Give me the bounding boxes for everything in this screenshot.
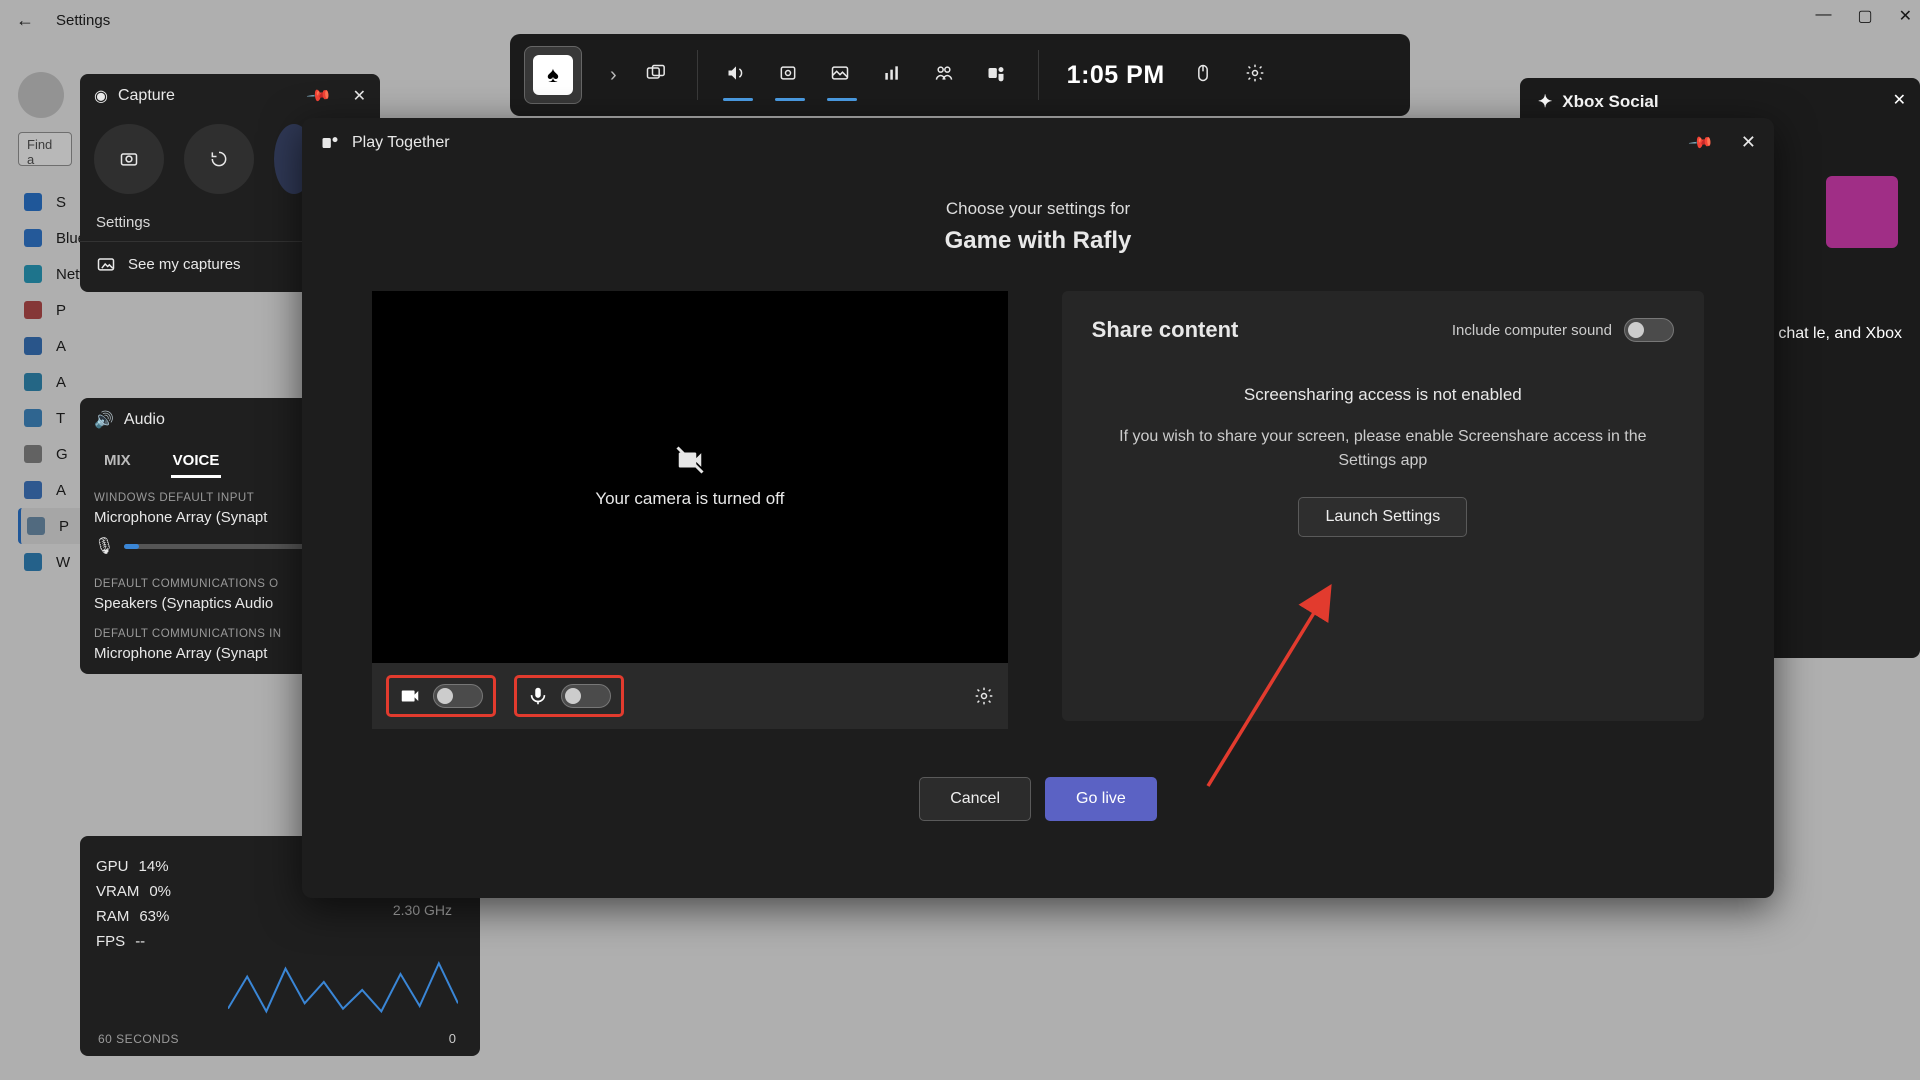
- sidebar-item[interactable]: A: [18, 364, 278, 400]
- camera-icon: [399, 685, 421, 707]
- perf-y-zero: 0: [449, 1031, 456, 1046]
- folder-icon: [96, 254, 116, 274]
- avatar: [18, 72, 64, 118]
- mic-icon: [527, 685, 549, 707]
- audio-icon: 🔊: [94, 410, 114, 430]
- mic-toggle[interactable]: [561, 684, 611, 708]
- perf-x-label: 60 SECONDS: [98, 1032, 179, 1046]
- sidebar-item[interactable]: A: [18, 328, 278, 364]
- close-icon[interactable]: ✕: [1741, 132, 1756, 153]
- sidebar-item[interactable]: P: [18, 292, 278, 328]
- camera-toggle-group: [386, 675, 496, 717]
- dialog-subtitle: Choose your settings for: [302, 199, 1774, 219]
- include-sound-label: Include computer sound: [1452, 322, 1612, 339]
- search-input[interactable]: Find a: [18, 132, 72, 166]
- camera-off-icon: [675, 445, 705, 475]
- mouse-icon[interactable]: [1193, 63, 1217, 87]
- back-icon[interactable]: ←: [16, 10, 34, 31]
- capture-icon[interactable]: [778, 63, 802, 87]
- dialog-header: Play Together: [352, 134, 450, 152]
- teams-icon: [320, 133, 340, 153]
- include-sound-toggle[interactable]: [1624, 318, 1674, 342]
- camera-toggle[interactable]: [433, 684, 483, 708]
- go-live-button[interactable]: Go live: [1045, 777, 1157, 821]
- screenshot-button[interactable]: [94, 124, 164, 194]
- share-help-text: If you wish to share your screen, please…: [1092, 425, 1674, 473]
- perf-cpu-ghz: 2.30 GHz: [393, 902, 452, 918]
- share-content-section: Share content Include computer sound Scr…: [1062, 291, 1704, 721]
- close-icon[interactable]: ✕: [1899, 6, 1912, 26]
- performance-icon[interactable]: [882, 63, 906, 87]
- video-preview-section: Your camera is turned off: [372, 291, 1008, 729]
- audio-title: Audio: [124, 411, 165, 429]
- mic-toggle-group: [514, 675, 624, 717]
- gear-icon[interactable]: [1245, 63, 1269, 87]
- maximize-icon[interactable]: ▢: [1857, 6, 1872, 26]
- xbox-social-title: Xbox Social: [1562, 92, 1658, 112]
- avatar: [1826, 176, 1898, 248]
- broadcast-icon[interactable]: [645, 63, 669, 87]
- close-icon[interactable]: ✕: [1893, 90, 1906, 110]
- capture-badge-icon: ◉: [94, 86, 108, 106]
- mic-icon: 🎙: [94, 536, 114, 556]
- social-icon[interactable]: [934, 63, 958, 87]
- launch-settings-button[interactable]: Launch Settings: [1298, 497, 1467, 537]
- play-together-dialog: Play Together 📌 ✕ Choose your settings f…: [302, 118, 1774, 898]
- xbox-icon: ✦: [1538, 92, 1552, 112]
- chevron-right-icon[interactable]: ›: [610, 64, 617, 87]
- dialog-game-title: Game with Rafly: [302, 227, 1774, 255]
- share-title: Share content: [1092, 317, 1239, 343]
- tab-voice[interactable]: VOICE: [171, 446, 222, 478]
- game-bar: ♠ › 1:05 PM: [510, 34, 1410, 116]
- perf-sparkline: [228, 942, 458, 1022]
- pin-icon[interactable]: 📌: [305, 82, 333, 110]
- cancel-button[interactable]: Cancel: [919, 777, 1031, 821]
- window-controls: — ▢ ✕: [1815, 6, 1912, 26]
- tab-mix[interactable]: MIX: [102, 446, 133, 478]
- active-game-tile[interactable]: ♠: [524, 46, 582, 104]
- gear-icon[interactable]: [974, 686, 994, 706]
- camera-preview: Your camera is turned off: [372, 291, 1008, 663]
- audio-icon[interactable]: [726, 63, 750, 87]
- minimize-icon[interactable]: —: [1815, 6, 1831, 26]
- pin-icon[interactable]: 📌: [1687, 128, 1715, 156]
- window-title: Settings: [56, 12, 110, 29]
- clock: 1:05 PM: [1067, 61, 1165, 90]
- share-status-text: Screensharing access is not enabled: [1092, 385, 1674, 405]
- close-icon[interactable]: ✕: [353, 86, 366, 106]
- capture-title: Capture: [118, 87, 175, 105]
- record-last-button[interactable]: [184, 124, 254, 194]
- gallery-icon[interactable]: [830, 63, 854, 87]
- camera-off-text: Your camera is turned off: [595, 489, 784, 509]
- teams-icon[interactable]: [986, 63, 1010, 87]
